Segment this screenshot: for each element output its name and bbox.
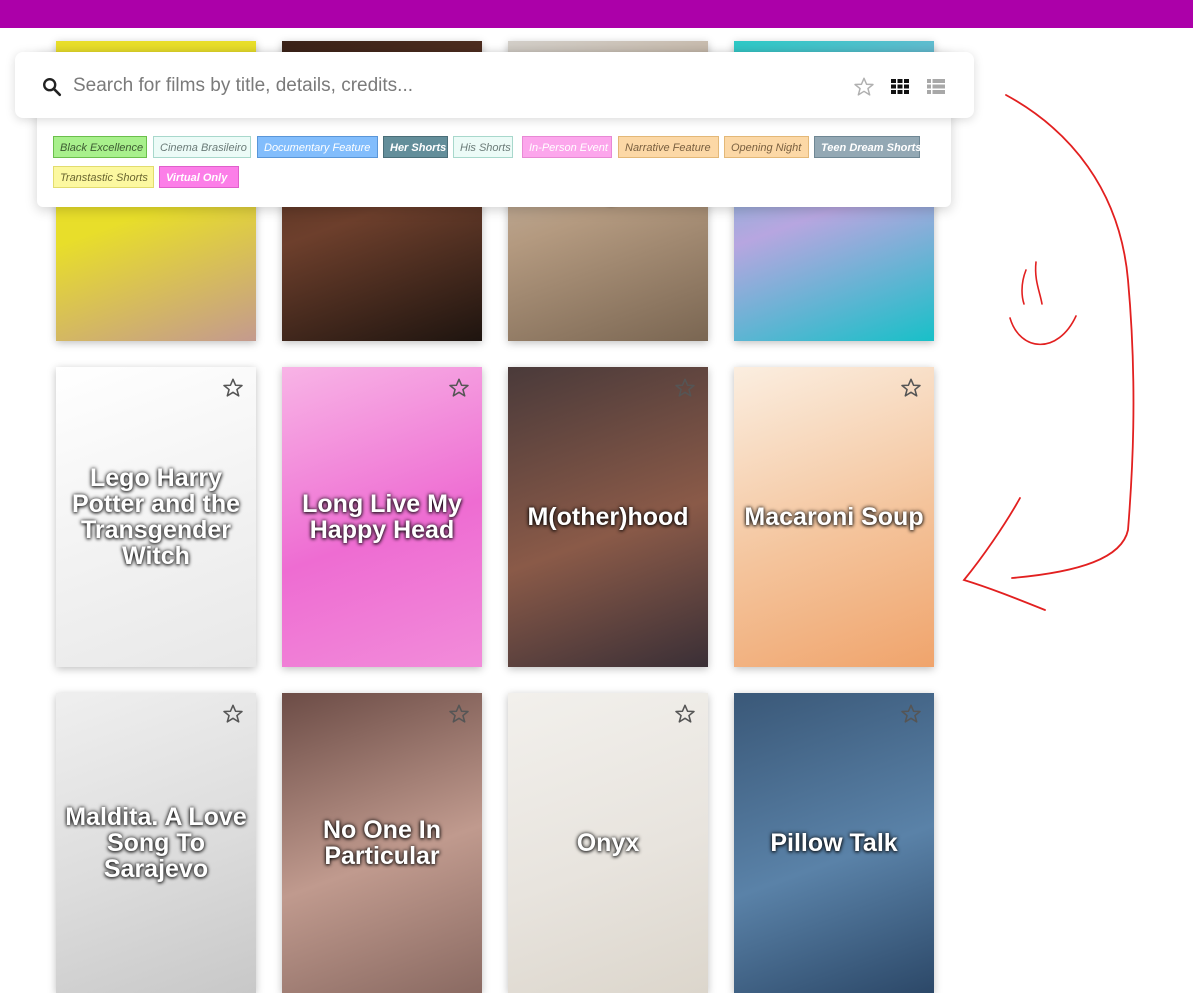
search-input[interactable] [71, 66, 835, 106]
tag-chip[interactable]: Opening Night [724, 136, 809, 158]
film-card[interactable]: M(other)hood [508, 367, 708, 667]
tag-chip[interactable]: Narrative Feature [618, 136, 719, 158]
favorite-star-icon[interactable] [222, 377, 244, 399]
top-header-bar [0, 0, 1193, 28]
film-card[interactable]: Long Live My Happy Head [282, 367, 482, 667]
film-card[interactable]: Macaroni Soup [734, 367, 934, 667]
film-title: Maldita. A Love Song To Sarajevo [65, 803, 247, 883]
favorite-star-icon[interactable] [448, 703, 470, 725]
search-icon [43, 78, 62, 97]
search-panel: Black Excellence Cinema Brasileiro Documen… [15, 52, 974, 207]
tag-chip[interactable]: Virtual Only [159, 166, 239, 188]
tag-chip[interactable]: Teen Dream Shorts [814, 136, 921, 158]
tag-chip[interactable]: In-Person Event [522, 136, 612, 158]
film-card[interactable]: Onyx [508, 693, 708, 993]
tag-chip[interactable]: Her Shorts [383, 136, 448, 158]
film-card[interactable]: Lego Harry Potter and the Transgender Wi… [56, 367, 256, 667]
search-bar [15, 52, 974, 118]
film-card[interactable]: Pillow Talk [734, 693, 934, 993]
tag-chip[interactable]: Transtastic Shorts [53, 166, 154, 188]
tag-chip[interactable]: His Shorts [453, 136, 513, 158]
favorite-star-icon[interactable] [674, 703, 696, 725]
film-card[interactable]: Maldita. A Love Song To Sarajevo [56, 693, 256, 993]
favorite-star-icon[interactable] [448, 377, 470, 399]
favorite-star-icon[interactable] [900, 377, 922, 399]
hand-drawn-annotation [962, 94, 1135, 611]
film-title: Macaroni Soup [744, 503, 924, 531]
film-title: M(other)hood [527, 503, 689, 531]
favorite-star-icon[interactable] [900, 703, 922, 725]
film-title: Lego Harry Potter and the Transgender Wi… [71, 464, 241, 570]
favorites-star-icon[interactable] [853, 76, 875, 98]
film-title: No One In Particular [322, 816, 442, 870]
list-view-icon[interactable] [927, 79, 945, 94]
film-title: Onyx [576, 829, 640, 857]
film-title: Long Live My Happy Head [302, 490, 462, 544]
tag-chip[interactable]: Documentary Feature [257, 136, 378, 158]
tag-chip[interactable]: Black Excellence [53, 136, 147, 158]
film-title: Pillow Talk [770, 829, 898, 857]
favorite-star-icon[interactable] [222, 703, 244, 725]
film-card[interactable]: No One In Particular [282, 693, 482, 993]
grid-view-icon[interactable] [891, 79, 909, 94]
tag-chip[interactable]: Cinema Brasileiro [153, 136, 251, 158]
favorite-star-icon[interactable] [674, 377, 696, 399]
